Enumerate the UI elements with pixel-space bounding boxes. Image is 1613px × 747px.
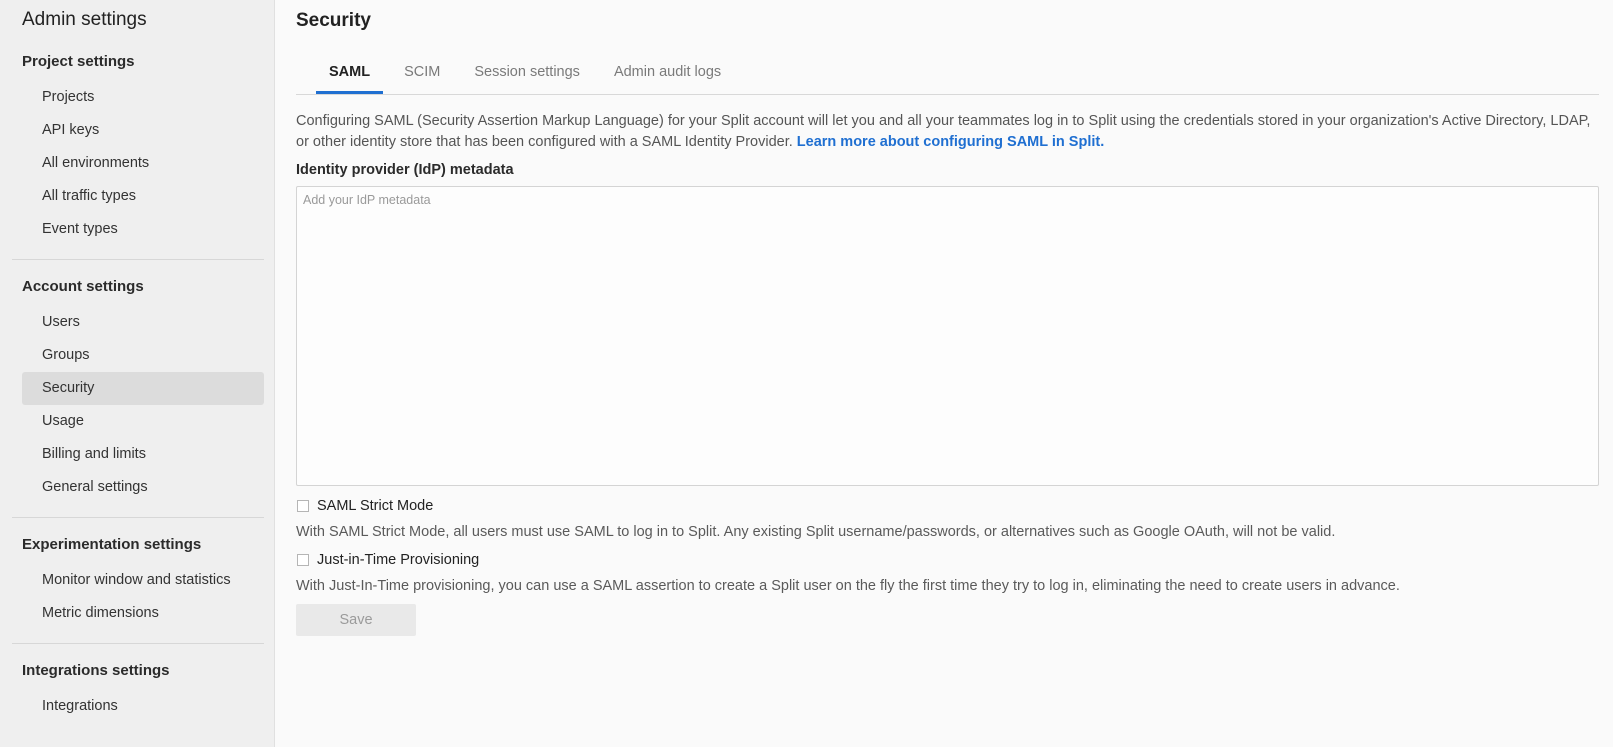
section-title-integrations: Integrations settings [22, 662, 170, 679]
sidebar-group-account: Account settings Users Groups Security U… [12, 259, 264, 504]
sidebar: Admin settings Project settings Projects… [0, 0, 275, 747]
learn-more-link[interactable]: Learn more about configuring SAML in Spl… [797, 134, 1104, 150]
sidebar-item-general-settings[interactable]: General settings [22, 471, 264, 504]
sidebar-item-usage[interactable]: Usage [22, 405, 264, 438]
sidebar-item-groups[interactable]: Groups [22, 339, 264, 372]
jit-label[interactable]: Just-in-Time Provisioning [317, 552, 479, 568]
sidebar-item-users[interactable]: Users [22, 306, 264, 339]
sidebar-item-all-traffic-types[interactable]: All traffic types [22, 180, 264, 213]
sidebar-group-integrations: Integrations settings Integrations [12, 643, 264, 723]
sidebar-title: Admin settings [22, 9, 147, 30]
strict-mode-checkbox[interactable] [297, 500, 309, 512]
section-title-account: Account settings [22, 278, 144, 295]
sidebar-group-project: Project settings Projects API keys All e… [12, 37, 264, 246]
sidebar-group-experimentation: Experimentation settings Monitor window … [12, 517, 264, 630]
sidebar-item-api-keys[interactable]: API keys [22, 114, 264, 147]
saml-description: Configuring SAML (Security Assertion Mar… [296, 111, 1599, 153]
nav-list-experimentation: Monitor window and statistics Metric dim… [12, 564, 264, 630]
sidebar-item-projects[interactable]: Projects [22, 81, 264, 114]
tab-bar: SAML SCIM Session settings Admin audit l… [296, 55, 1599, 95]
page-title: Security [296, 10, 371, 31]
sidebar-item-event-types[interactable]: Event types [22, 213, 264, 246]
jit-row: Just-in-Time Provisioning [296, 550, 1599, 570]
sidebar-item-integrations[interactable]: Integrations [22, 690, 264, 723]
section-title-experimentation: Experimentation settings [22, 536, 202, 553]
jit-checkbox[interactable] [297, 554, 309, 566]
tab-session-settings[interactable]: Session settings [461, 55, 593, 94]
strict-mode-label[interactable]: SAML Strict Mode [317, 498, 433, 514]
tab-scim[interactable]: SCIM [391, 55, 453, 94]
sidebar-item-all-environments[interactable]: All environments [22, 147, 264, 180]
nav-list-account: Users Groups Security Usage Billing and … [12, 306, 264, 504]
nav-list-project: Projects API keys All environments All t… [12, 81, 264, 246]
tab-saml[interactable]: SAML [316, 55, 384, 94]
sidebar-item-metric-dimensions[interactable]: Metric dimensions [22, 597, 264, 630]
sidebar-item-security[interactable]: Security [22, 372, 264, 405]
jit-helper: With Just-In-Time provisioning, you can … [296, 578, 1400, 594]
metadata-label: Identity provider (IdP) metadata [296, 162, 514, 178]
strict-mode-row: SAML Strict Mode [296, 496, 1599, 516]
sidebar-item-billing-and-limits[interactable]: Billing and limits [22, 438, 264, 471]
idp-metadata-input[interactable] [296, 186, 1599, 486]
strict-mode-helper: With SAML Strict Mode, all users must us… [296, 524, 1336, 540]
sidebar-item-monitor-window[interactable]: Monitor window and statistics [22, 564, 264, 597]
app-root: Admin settings Project settings Projects… [0, 0, 1613, 747]
nav-list-integrations: Integrations [12, 690, 264, 723]
section-title-project: Project settings [22, 53, 135, 70]
tab-admin-audit-logs[interactable]: Admin audit logs [601, 55, 734, 94]
save-button[interactable]: Save [296, 604, 416, 636]
main-content: Security SAML SCIM Session settings Admi… [275, 0, 1613, 747]
